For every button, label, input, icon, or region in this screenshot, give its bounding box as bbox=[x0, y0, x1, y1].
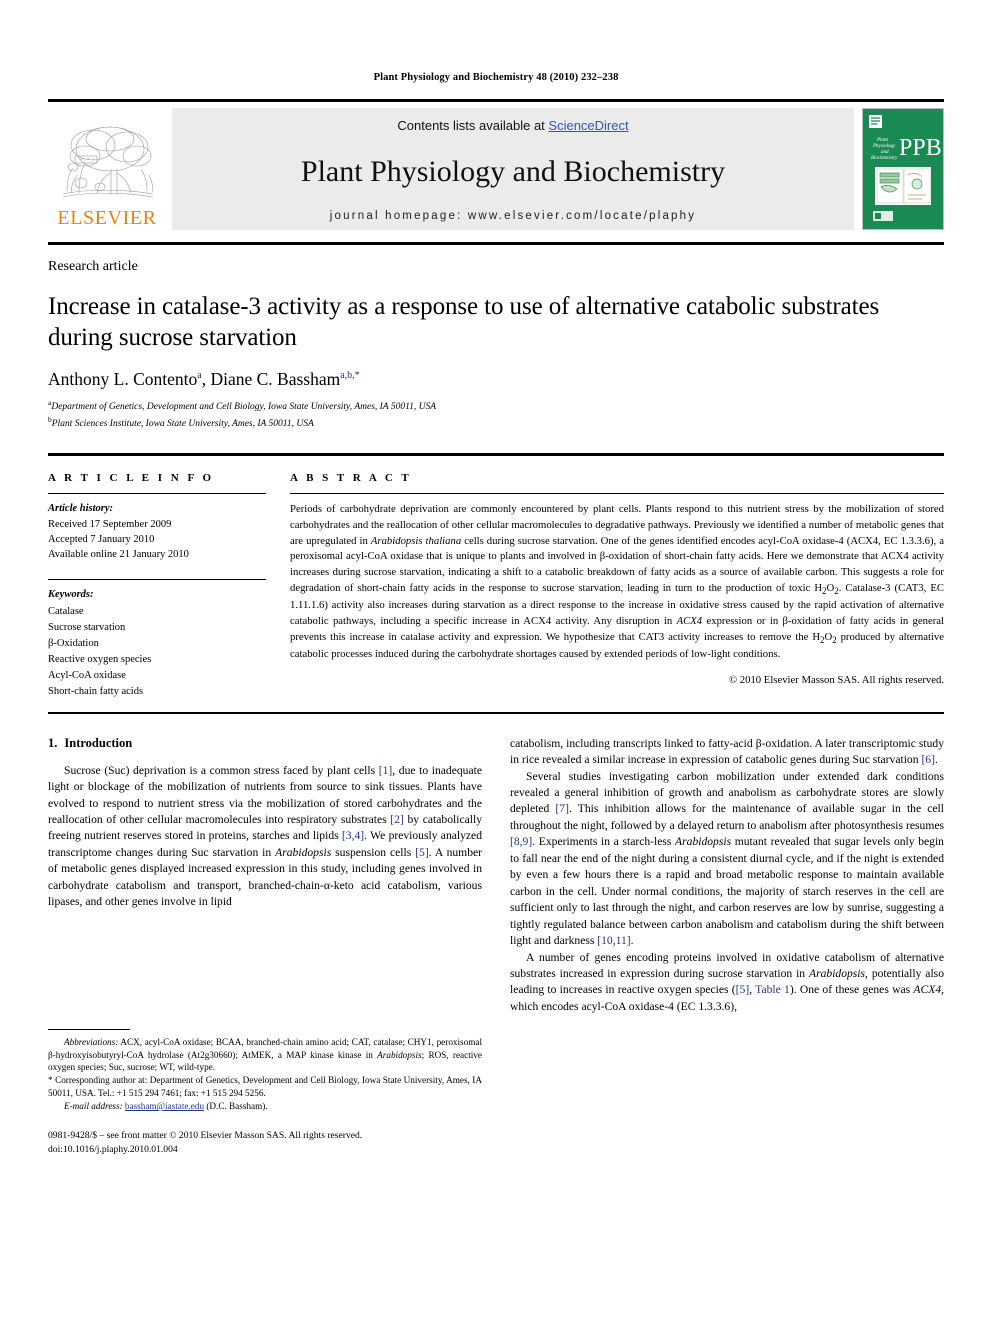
journal-title: Plant Physiology and Biochemistry bbox=[300, 155, 726, 188]
intro-paragraph-right-2: Several studies investigating carbon mob… bbox=[510, 769, 944, 948]
doi-line: doi:10.1016/j.plaphy.2010.01.004 bbox=[48, 1143, 178, 1155]
contents-available-line: Contents lists available at ScienceDirec… bbox=[397, 118, 628, 133]
article-history-item: Received 17 September 2009 bbox=[48, 518, 172, 530]
svg-text:Physiology: Physiology bbox=[872, 144, 896, 149]
journal-cover-thumbnail: Plant Physiology and Biochemistry PPB bbox=[862, 108, 944, 230]
contents-prefix: Contents lists available at bbox=[397, 118, 549, 133]
affiliation-list: aDepartment of Genetics, Development and… bbox=[48, 398, 944, 431]
keyword-item: Short-chain fatty acids bbox=[48, 685, 144, 697]
keyword-item: Catalase bbox=[48, 605, 84, 617]
info-abstract-block: A R T I C L E I N F O Article history: R… bbox=[48, 453, 944, 699]
journal-banner: Contents lists available at ScienceDirec… bbox=[172, 108, 854, 230]
issn-line: 0981-9428/$ – see front matter © 2010 El… bbox=[48, 1129, 363, 1141]
article-history-item: Available online 21 January 2010 bbox=[48, 549, 189, 561]
author-list: Anthony L. Contentoa, Diane C. Basshama,… bbox=[48, 369, 360, 389]
footnote-email: E-mail address: bassham@iastate.edu (D.C… bbox=[48, 1100, 482, 1113]
author-name: Diane C. Bassham bbox=[210, 369, 341, 389]
section-title: Introduction bbox=[64, 735, 133, 750]
page-title: Increase in catalase-3 activity as a res… bbox=[48, 293, 880, 351]
author-affiliation-mark: a bbox=[197, 370, 202, 382]
abstract-heading: A B S T R A C T bbox=[290, 472, 412, 485]
elsevier-logo: ELSEVIER bbox=[48, 108, 166, 230]
footnote-divider bbox=[48, 1028, 130, 1030]
email-owner: (D.C. Bassham). bbox=[204, 1101, 268, 1112]
article-info-heading: A R T I C L E I N F O bbox=[48, 472, 215, 485]
affiliation-item: aDepartment of Genetics, Development and… bbox=[48, 398, 437, 413]
keywords-rule bbox=[48, 578, 266, 580]
author-affiliation-mark: a,b,* bbox=[340, 370, 360, 382]
intro-paragraph-right-1: catabolism, including transcripts linked… bbox=[510, 736, 944, 767]
body-column-right: catabolism, including transcripts linked… bbox=[510, 736, 944, 1157]
article-history: Article history: Received 17 September 2… bbox=[48, 501, 266, 562]
footnote-abbreviations: Abbreviations: ACX, acyl-CoA oxidase; BC… bbox=[48, 1036, 482, 1073]
intro-paragraph-left: Sucrose (Suc) deprivation is a common st… bbox=[48, 763, 482, 909]
elsevier-tree-icon bbox=[55, 123, 159, 207]
abstract-bottom-rule bbox=[48, 711, 944, 714]
footnotes-block: Abbreviations: ACX, acyl-CoA oxidase; BC… bbox=[48, 1028, 482, 1157]
footnote-corresponding-author: * Corresponding author at: Department of… bbox=[48, 1075, 482, 1099]
masthead-bottom-rule bbox=[48, 242, 944, 245]
keyword-item: Sucrose starvation bbox=[48, 621, 126, 633]
article-info-column: A R T I C L E I N F O Article history: R… bbox=[48, 472, 290, 699]
section-number: 1. bbox=[48, 735, 58, 750]
keyword-item: β-Oxidation bbox=[48, 637, 99, 649]
svg-text:Plant: Plant bbox=[876, 138, 888, 143]
intro-paragraph-right-3: A number of genes encoding proteins invo… bbox=[510, 950, 945, 1013]
svg-text:and: and bbox=[881, 150, 889, 155]
elsevier-wordmark: ELSEVIER bbox=[57, 207, 157, 229]
journal-masthead: ELSEVIER Contents lists available at Sci… bbox=[48, 99, 944, 230]
journal-article-page: Plant Physiology and Biochemistry 48 (20… bbox=[0, 0, 992, 1323]
article-history-label: Article history: bbox=[48, 503, 114, 515]
svg-text:Biochemistry: Biochemistry bbox=[871, 156, 898, 161]
body-columns: 1. Introduction Sucrose (Suc) deprivation… bbox=[48, 736, 944, 1157]
keywords-block: Keywords: Catalase Sucrose starvation β-Ox… bbox=[48, 578, 266, 700]
article-info-rule bbox=[48, 493, 266, 495]
article-type-label: Research article bbox=[48, 259, 138, 274]
section-heading-introduction: 1. Introduction bbox=[48, 736, 482, 751]
email-label: E-mail address: bbox=[64, 1101, 123, 1112]
issn-copyright-block: 0981-9428/$ – see front matter © 2010 El… bbox=[48, 1129, 482, 1157]
abstract-rule bbox=[290, 493, 944, 495]
affiliation-item: bPlant Sciences Institute, Iowa State Un… bbox=[48, 414, 314, 429]
sciencedirect-link[interactable]: ScienceDirect bbox=[548, 118, 628, 133]
journal-homepage-line[interactable]: journal homepage: www.elsevier.com/locat… bbox=[330, 210, 696, 222]
svg-text:PPB: PPB bbox=[899, 135, 942, 161]
keyword-item: Reactive oxygen species bbox=[48, 653, 152, 665]
author-name: Anthony L. Contento bbox=[48, 369, 198, 389]
running-head: Plant Physiology and Biochemistry 48 (20… bbox=[373, 72, 619, 83]
abstract-copyright: © 2010 Elsevier Masson SAS. All rights r… bbox=[728, 673, 944, 686]
abstract-column: A B S T R A C T Periods of carbohydrate … bbox=[290, 472, 944, 699]
body-column-left: 1. Introduction Sucrose (Suc) deprivation… bbox=[48, 736, 482, 1157]
keywords-list: Catalase Sucrose starvation β-Oxidation Rea… bbox=[48, 604, 266, 700]
keyword-item: Acyl-CoA oxidase bbox=[48, 669, 126, 681]
article-history-item: Accepted 7 January 2010 bbox=[48, 533, 155, 545]
keywords-label: Keywords: bbox=[48, 588, 94, 600]
article-history-list: Received 17 September 2009 Accepted 7 Jan… bbox=[48, 517, 266, 563]
abstract-text: Periods of carbohydrate deprivation are … bbox=[290, 503, 944, 660]
email-link[interactable]: bassham@iastate.edu bbox=[125, 1101, 204, 1111]
